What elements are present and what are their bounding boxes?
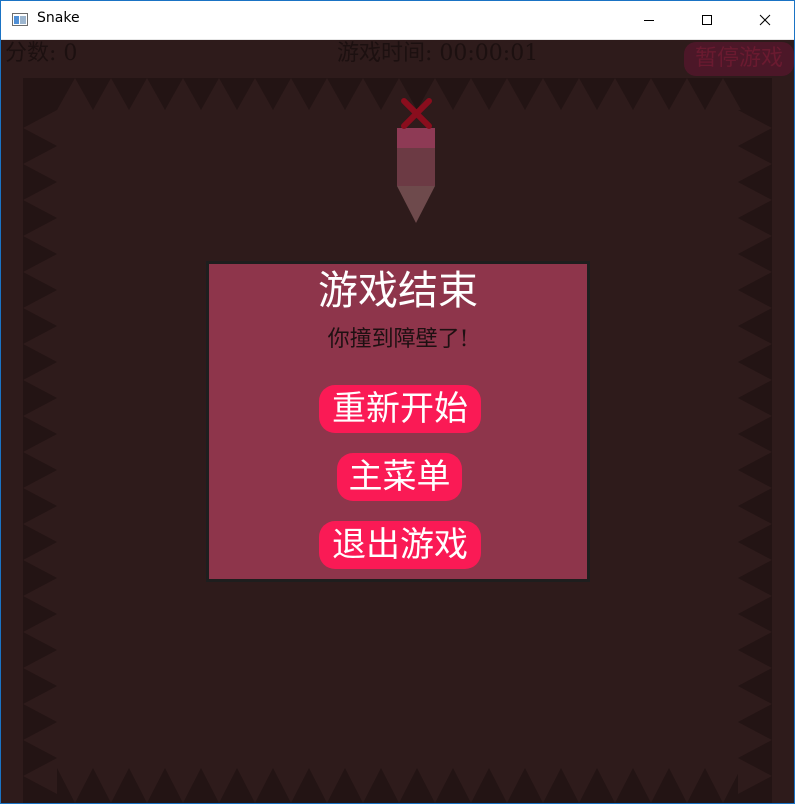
window-app-icon — [12, 13, 28, 26]
close-icon — [759, 14, 771, 26]
score-label: 分数: 0 — [5, 41, 78, 66]
snake — [397, 128, 435, 223]
dialog-title: 游戏结束 — [318, 268, 478, 314]
minimize-icon — [644, 20, 654, 21]
minimize-button[interactable] — [620, 1, 678, 39]
title-bar[interactable]: Snake — [1, 1, 794, 40]
game-over-dialog: 游戏结束 你撞到障壁了! 重新开始 主菜单 退出游戏 — [206, 261, 590, 582]
restart-button[interactable]: 重新开始 — [319, 385, 481, 433]
game-area[interactable]: 分数: 0 游戏时间: 00:00:01 暂停游戏 游戏结束 你撞到障壁了! 重… — [1, 40, 794, 803]
snake-head — [397, 128, 435, 148]
window-title: Snake — [37, 10, 80, 26]
maximize-button[interactable] — [678, 1, 736, 39]
dialog-message: 你撞到障壁了! — [327, 327, 469, 352]
exit-game-button[interactable]: 退出游戏 — [319, 521, 481, 569]
snake-tail — [397, 186, 435, 223]
snake-body-segment — [397, 148, 435, 186]
close-button[interactable] — [736, 1, 794, 39]
main-menu-button[interactable]: 主菜单 — [337, 453, 462, 501]
pause-game-button[interactable]: 暂停游戏 — [684, 42, 794, 76]
game-time-label: 游戏时间: 00:00:01 — [337, 41, 539, 66]
game-window: Snake 分数: 0 游戏时间: 00:00:01 暂停游戏 游戏结束 你撞到… — [0, 0, 795, 804]
maximize-icon — [702, 15, 712, 25]
